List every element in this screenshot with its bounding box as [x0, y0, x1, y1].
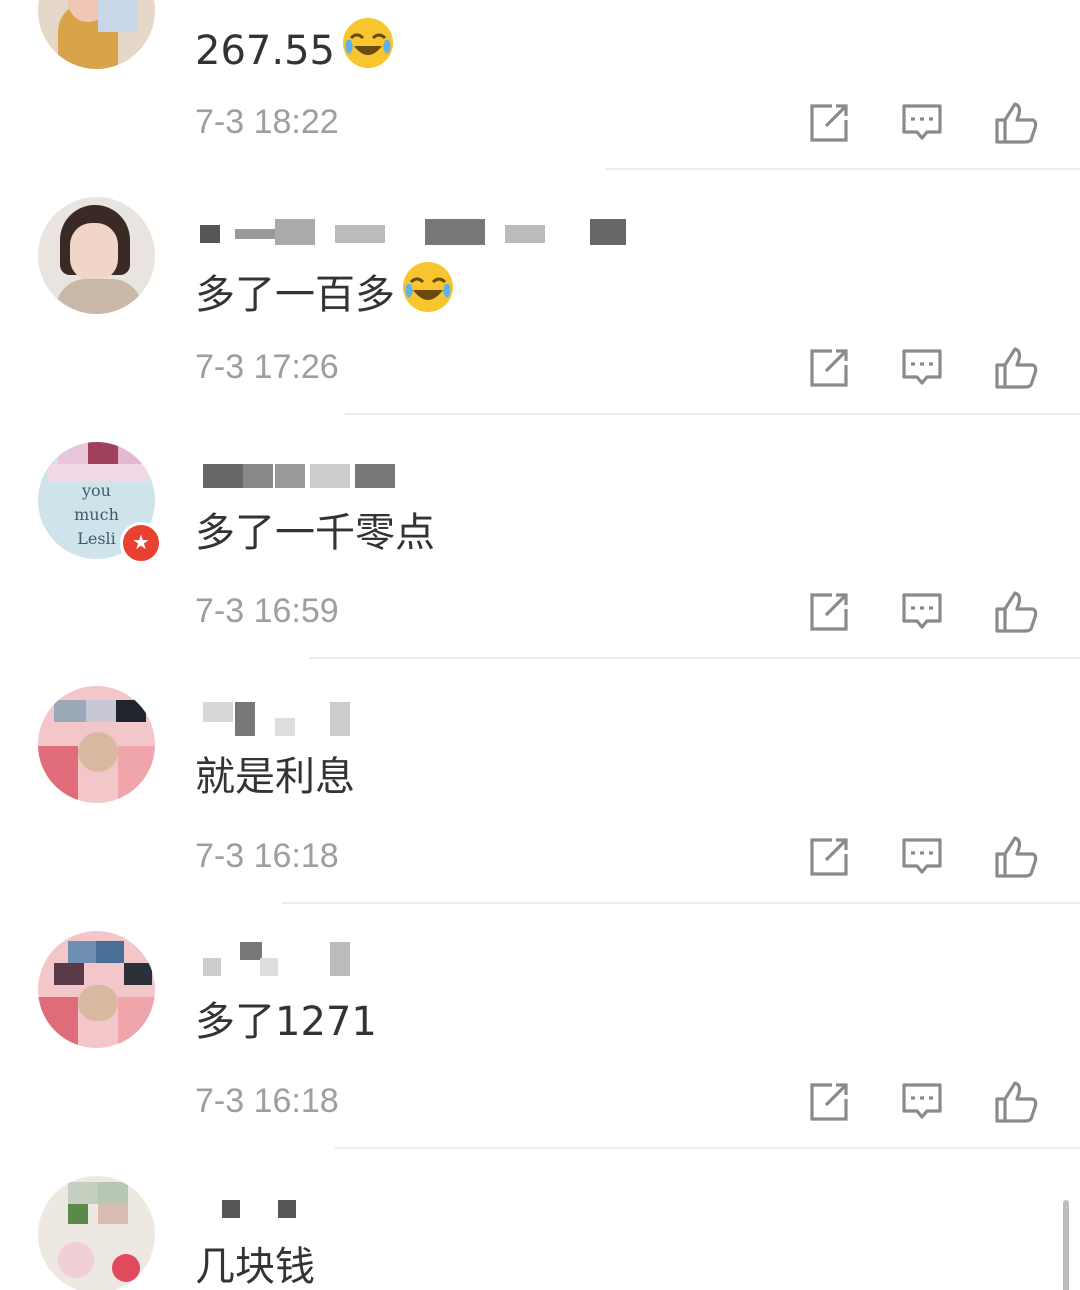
timestamp: 7-3 16:59	[195, 592, 339, 630]
comment-text: 多了一百多	[195, 260, 455, 329]
comment-text: 几块钱	[195, 1239, 315, 1290]
comment-text: 就是利息	[195, 749, 355, 805]
comment-text: 多了1271	[195, 994, 377, 1050]
divider	[310, 657, 1080, 659]
divider	[282, 902, 1080, 904]
comment-text: 多了一千零点	[195, 505, 435, 561]
verified-badge-icon: ★	[120, 522, 162, 564]
divider	[335, 1147, 1080, 1149]
share-icon[interactable]	[803, 97, 855, 149]
timestamp: 7-3 17:26	[195, 348, 339, 386]
share-icon[interactable]	[803, 1076, 855, 1128]
thumbs-up-icon[interactable]	[990, 831, 1042, 883]
comment-actions	[800, 586, 1050, 638]
nickname-blurred[interactable]	[195, 458, 655, 498]
scrollbar[interactable]	[1063, 1200, 1069, 1290]
comment-text-value: 多了1271	[195, 999, 377, 1045]
thumbs-up-icon[interactable]	[990, 586, 1042, 638]
share-icon[interactable]	[803, 586, 855, 638]
comment-actions	[800, 97, 1050, 149]
comment-text-value: 多了一千零点	[195, 510, 435, 556]
comment-text: 267.55	[195, 16, 395, 85]
avatar[interactable]	[38, 1176, 155, 1290]
timestamp: 7-3 16:18	[195, 837, 339, 875]
avatar[interactable]	[38, 197, 155, 314]
divider	[345, 413, 1080, 415]
nickname-blurred[interactable]	[195, 215, 655, 255]
comment-icon[interactable]	[896, 97, 948, 149]
avatar[interactable]	[38, 931, 155, 1048]
avatar-word: you	[82, 481, 111, 500]
comment-actions	[800, 342, 1050, 394]
comment-text-value: 几块钱	[195, 1244, 315, 1290]
timestamp: 7-3 16:18	[195, 1082, 339, 1120]
divider	[605, 168, 1080, 170]
timestamp: 7-3 18:22	[195, 103, 339, 141]
nickname-blurred[interactable]	[195, 702, 655, 742]
avatar[interactable]	[38, 0, 155, 69]
thumbs-up-icon[interactable]	[990, 342, 1042, 394]
comment-icon[interactable]	[896, 1076, 948, 1128]
comment-list: 267.55 7-3 18:22 多了一百多 7-3 17:26 you muc…	[0, 0, 1080, 1290]
comment-icon[interactable]	[896, 831, 948, 883]
comment-actions	[800, 831, 1050, 883]
comment-icon[interactable]	[896, 342, 948, 394]
comment-icon[interactable]	[896, 586, 948, 638]
laughing-tears-emoji-icon	[341, 16, 395, 85]
share-icon[interactable]	[803, 342, 855, 394]
thumbs-up-icon[interactable]	[990, 1076, 1042, 1128]
laughing-tears-emoji-icon	[401, 260, 455, 329]
comment-actions	[800, 1076, 1050, 1128]
comment-text-value: 多了一百多	[195, 271, 395, 318]
nickname-blurred[interactable]	[195, 942, 655, 982]
share-icon[interactable]	[803, 831, 855, 883]
avatar[interactable]	[38, 686, 155, 803]
nickname-blurred[interactable]	[195, 1200, 655, 1240]
thumbs-up-icon[interactable]	[990, 97, 1042, 149]
comment-text-value: 就是利息	[195, 754, 355, 800]
comment-text-value: 267.55	[195, 27, 335, 74]
